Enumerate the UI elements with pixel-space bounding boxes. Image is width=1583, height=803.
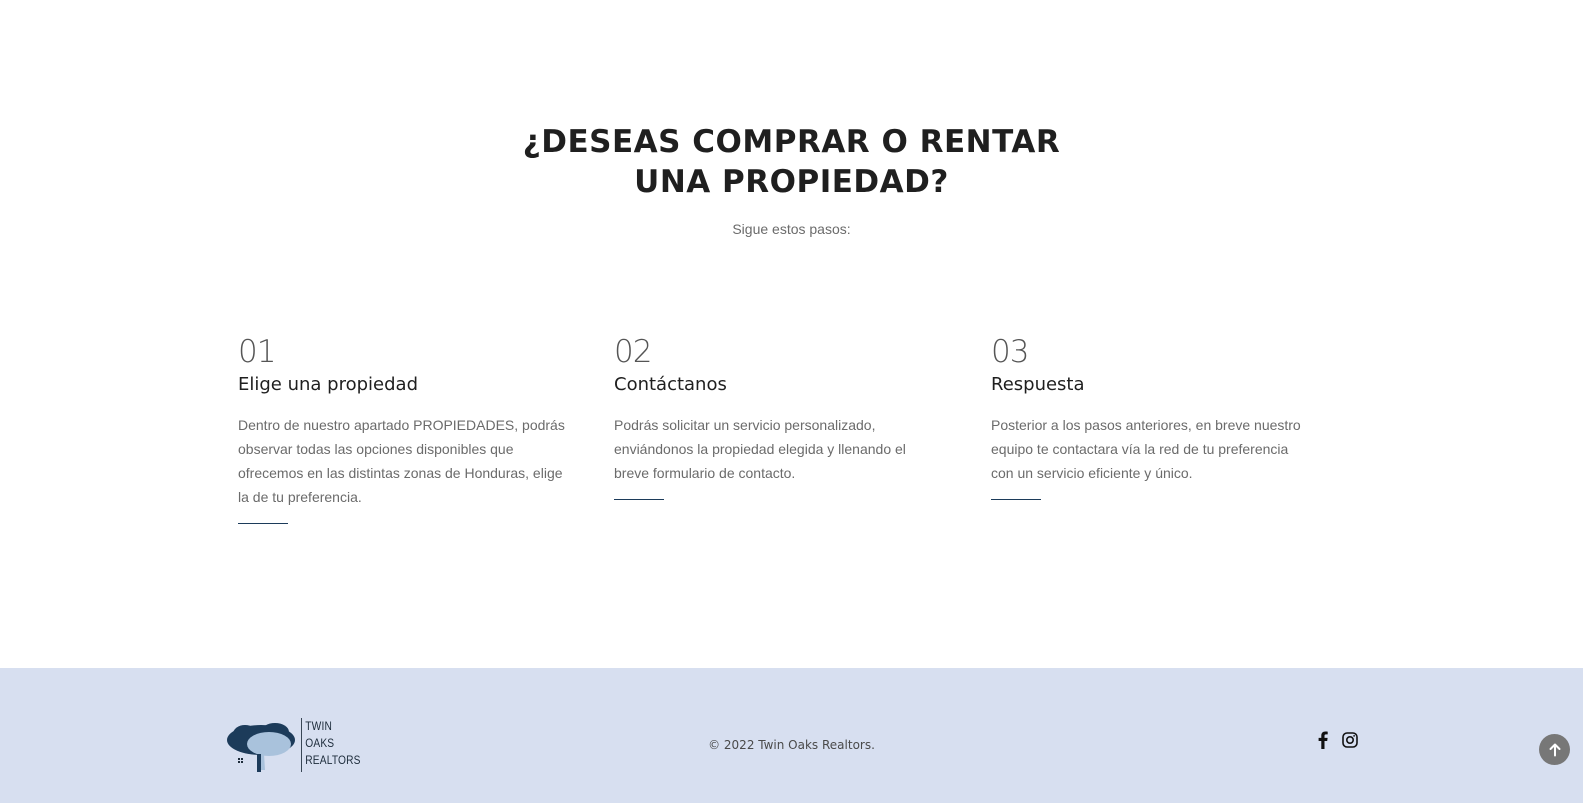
instagram-link[interactable] — [1342, 732, 1358, 748]
step-card-1: 01 Elige una propiedad Dentro de nuestro… — [238, 334, 568, 524]
section-heading: ¿DESEAS COMPRAR O RENTAR UNA PROPIEDAD? — [0, 122, 1583, 202]
social-links — [1318, 730, 1358, 750]
scroll-to-top-button[interactable] — [1539, 734, 1570, 765]
section-heading-line2: UNA PROPIEDAD? — [634, 164, 949, 200]
logo-line-3: REALTORS — [305, 753, 361, 767]
step-description: Podrás solicitar un servicio personaliza… — [614, 417, 906, 481]
instagram-icon — [1342, 732, 1358, 748]
step-number: 02 — [614, 334, 652, 370]
step-card-3: 03 Respuesta Posterior a los pasos anter… — [991, 334, 1321, 500]
step-underline — [238, 523, 288, 524]
arrow-up-icon — [1549, 743, 1560, 756]
footer: TWIN OAKS REALTORS © 2022 Twin Oaks Real… — [0, 668, 1583, 803]
step-title: Elige una propiedad — [238, 374, 418, 395]
logo-line-1: TWIN — [305, 719, 332, 733]
step-title: Respuesta — [991, 374, 1085, 395]
steps-section: ¿DESEAS COMPRAR O RENTAR UNA PROPIEDAD? … — [0, 0, 1583, 668]
step-underline — [614, 499, 664, 500]
step-title: Contáctanos — [614, 374, 727, 395]
step-description: Posterior a los pasos anteriores, en bre… — [991, 417, 1301, 481]
section-heading-line1: ¿DESEAS COMPRAR O RENTAR — [522, 124, 1061, 160]
facebook-icon — [1318, 731, 1328, 749]
facebook-link[interactable] — [1318, 731, 1328, 749]
step-description: Dentro de nuestro apartado PROPIEDADES, … — [238, 417, 565, 505]
section-subtitle: Sigue estos pasos: — [732, 221, 851, 237]
step-number: 03 — [991, 334, 1029, 370]
step-number: 01 — [238, 334, 276, 370]
step-underline — [991, 499, 1041, 500]
step-card-2: 02 Contáctanos Podrás solicitar un servi… — [614, 334, 944, 500]
